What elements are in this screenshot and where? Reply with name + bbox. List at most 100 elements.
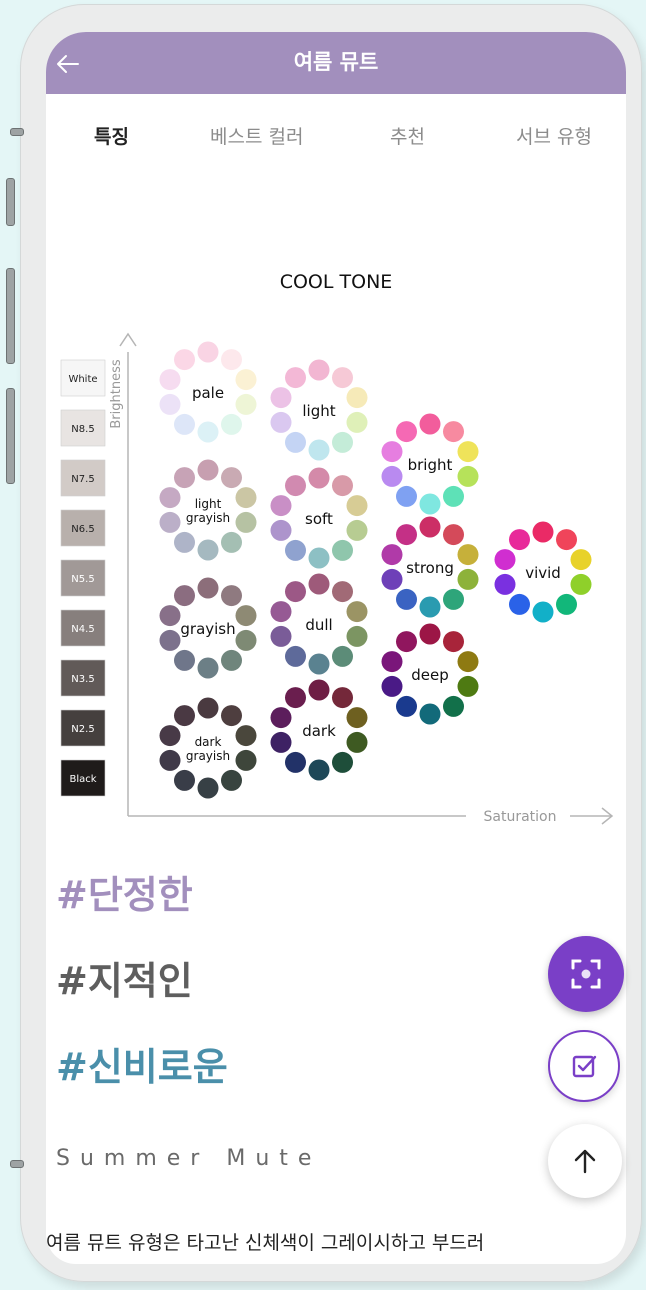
- tone-color-dot: [285, 581, 306, 603]
- tone-color-dot: [532, 521, 554, 543]
- tone-color-dot: [221, 649, 242, 671]
- tone-color-dot: [332, 539, 353, 561]
- tone-color-dot: [270, 519, 292, 541]
- tone-color-dot: [556, 529, 577, 551]
- tone-color-dot: [308, 547, 330, 569]
- tone-color-dot: [494, 573, 516, 595]
- season-subtitle: Summer Mute: [56, 1146, 322, 1171]
- tone-label: light: [195, 497, 222, 511]
- tone-color-dot: [419, 413, 441, 435]
- tone-color-dot: [221, 769, 242, 791]
- y-axis-arrow-icon: [119, 332, 137, 347]
- neutral-swatch-label: N4.5: [71, 624, 94, 635]
- scroll-to-top-button[interactable]: [548, 1124, 622, 1198]
- neutral-swatch-label: White: [68, 374, 97, 385]
- tone-color-dot: [308, 359, 330, 381]
- tone-color-dot: [396, 421, 417, 443]
- tone-color-dot: [197, 657, 219, 679]
- neutral-swatch-label: N3.5: [71, 674, 94, 685]
- tone-label: dull: [305, 616, 332, 634]
- tone-color-dot: [396, 485, 417, 507]
- tone-color-dot: [235, 725, 257, 747]
- phone-side-button: [6, 268, 15, 364]
- tone-color-dot: [532, 601, 554, 623]
- tone-color-dot: [159, 369, 181, 391]
- phone-side-button: [10, 1160, 24, 1168]
- tone-color-dot: [285, 751, 306, 773]
- tone-color-dot: [235, 511, 257, 533]
- tone-color-dot: [570, 573, 592, 595]
- tone-color-dot: [174, 585, 195, 607]
- tone-color-dot: [381, 465, 403, 487]
- tone-color-dot: [270, 495, 292, 517]
- tone-color-dot: [457, 544, 479, 566]
- tab-recommend[interactable]: 추천: [390, 122, 425, 149]
- hashtag-mysterious: #신비로운: [56, 1045, 228, 1089]
- tone-color-dot: [346, 731, 368, 753]
- tone-color-dot: [457, 675, 479, 697]
- tone-color-dot: [396, 695, 417, 717]
- tone-color-dot: [332, 687, 353, 709]
- tone-label: pale: [192, 384, 224, 402]
- tone-color-dot: [174, 769, 195, 791]
- tone-color-dot: [270, 707, 292, 729]
- tab-features[interactable]: 특징: [94, 122, 129, 149]
- tone-label: dark: [195, 735, 222, 749]
- tone-color-dot: [419, 516, 441, 538]
- tone-color-dot: [308, 439, 330, 461]
- tone-color-dot: [235, 487, 257, 509]
- tone-color-dot: [197, 777, 219, 799]
- tone-color-dot: [221, 705, 242, 727]
- cool-tone-chart: COOL TONE Brightness Saturation White N8.5 N7…: [60, 271, 614, 825]
- tone-color-dot: [332, 431, 353, 453]
- tone-label: grayish: [186, 749, 230, 763]
- tone-color-dot: [396, 524, 417, 546]
- tone-color-dot: [197, 697, 219, 719]
- tab-sub-type[interactable]: 서브 유형: [516, 122, 592, 149]
- tone-color-dot: [235, 369, 257, 391]
- tab-best-color[interactable]: 베스트 컬러: [210, 122, 303, 149]
- chart-title: COOL TONE: [280, 271, 393, 293]
- tone-color-dot: [235, 629, 257, 651]
- tone-color-dot: [235, 749, 257, 771]
- tone-label: grayish: [180, 620, 235, 638]
- tone-color-dot: [174, 413, 195, 435]
- tone-color-dot: [159, 393, 181, 415]
- tone-color-dot: [197, 577, 219, 599]
- tone-color-dot: [235, 605, 257, 627]
- tone-color-dot: [197, 341, 219, 363]
- checklist-button[interactable]: [548, 1030, 620, 1102]
- y-axis-label: Brightness: [109, 359, 124, 428]
- neutral-swatch-label: N7.5: [71, 474, 94, 485]
- tone-color-dot: [221, 413, 242, 435]
- tone-color-dot: [443, 485, 464, 507]
- tone-label: strong: [406, 559, 454, 577]
- tone-color-dot: [174, 349, 195, 371]
- phone-side-button: [6, 388, 15, 484]
- tone-color-dot: [159, 487, 181, 509]
- tone-color-dot: [270, 601, 292, 623]
- description-text: 여름 뮤트 유형은 타고난 신체색이 그레이시하고 부드러: [46, 1232, 485, 1254]
- tone-color-dot: [457, 651, 479, 673]
- scan-face-icon: [571, 959, 601, 989]
- tone-color-dot: [346, 387, 368, 409]
- tone-color-dot: [509, 529, 530, 551]
- tone-color-dot: [285, 687, 306, 709]
- hashtag-intellectual: #지적인: [56, 959, 193, 1003]
- tone-color-dot: [332, 751, 353, 773]
- tone-color-dot: [346, 411, 368, 433]
- tone-color-dot: [285, 431, 306, 453]
- tone-color-dot: [346, 601, 368, 623]
- tone-color-dot: [396, 631, 417, 653]
- tone-color-dot: [197, 459, 219, 481]
- tone-label: deep: [411, 666, 449, 684]
- tone-color-dot: [494, 549, 516, 571]
- tone-color-dot: [457, 568, 479, 590]
- tone-label: vivid: [525, 564, 561, 582]
- scan-button[interactable]: [548, 936, 624, 1012]
- tone-color-dot: [159, 605, 181, 627]
- tone-color-dot: [346, 625, 368, 647]
- tone-color-dot: [332, 367, 353, 389]
- tone-color-dot: [443, 631, 464, 653]
- tone-color-dot: [509, 593, 530, 615]
